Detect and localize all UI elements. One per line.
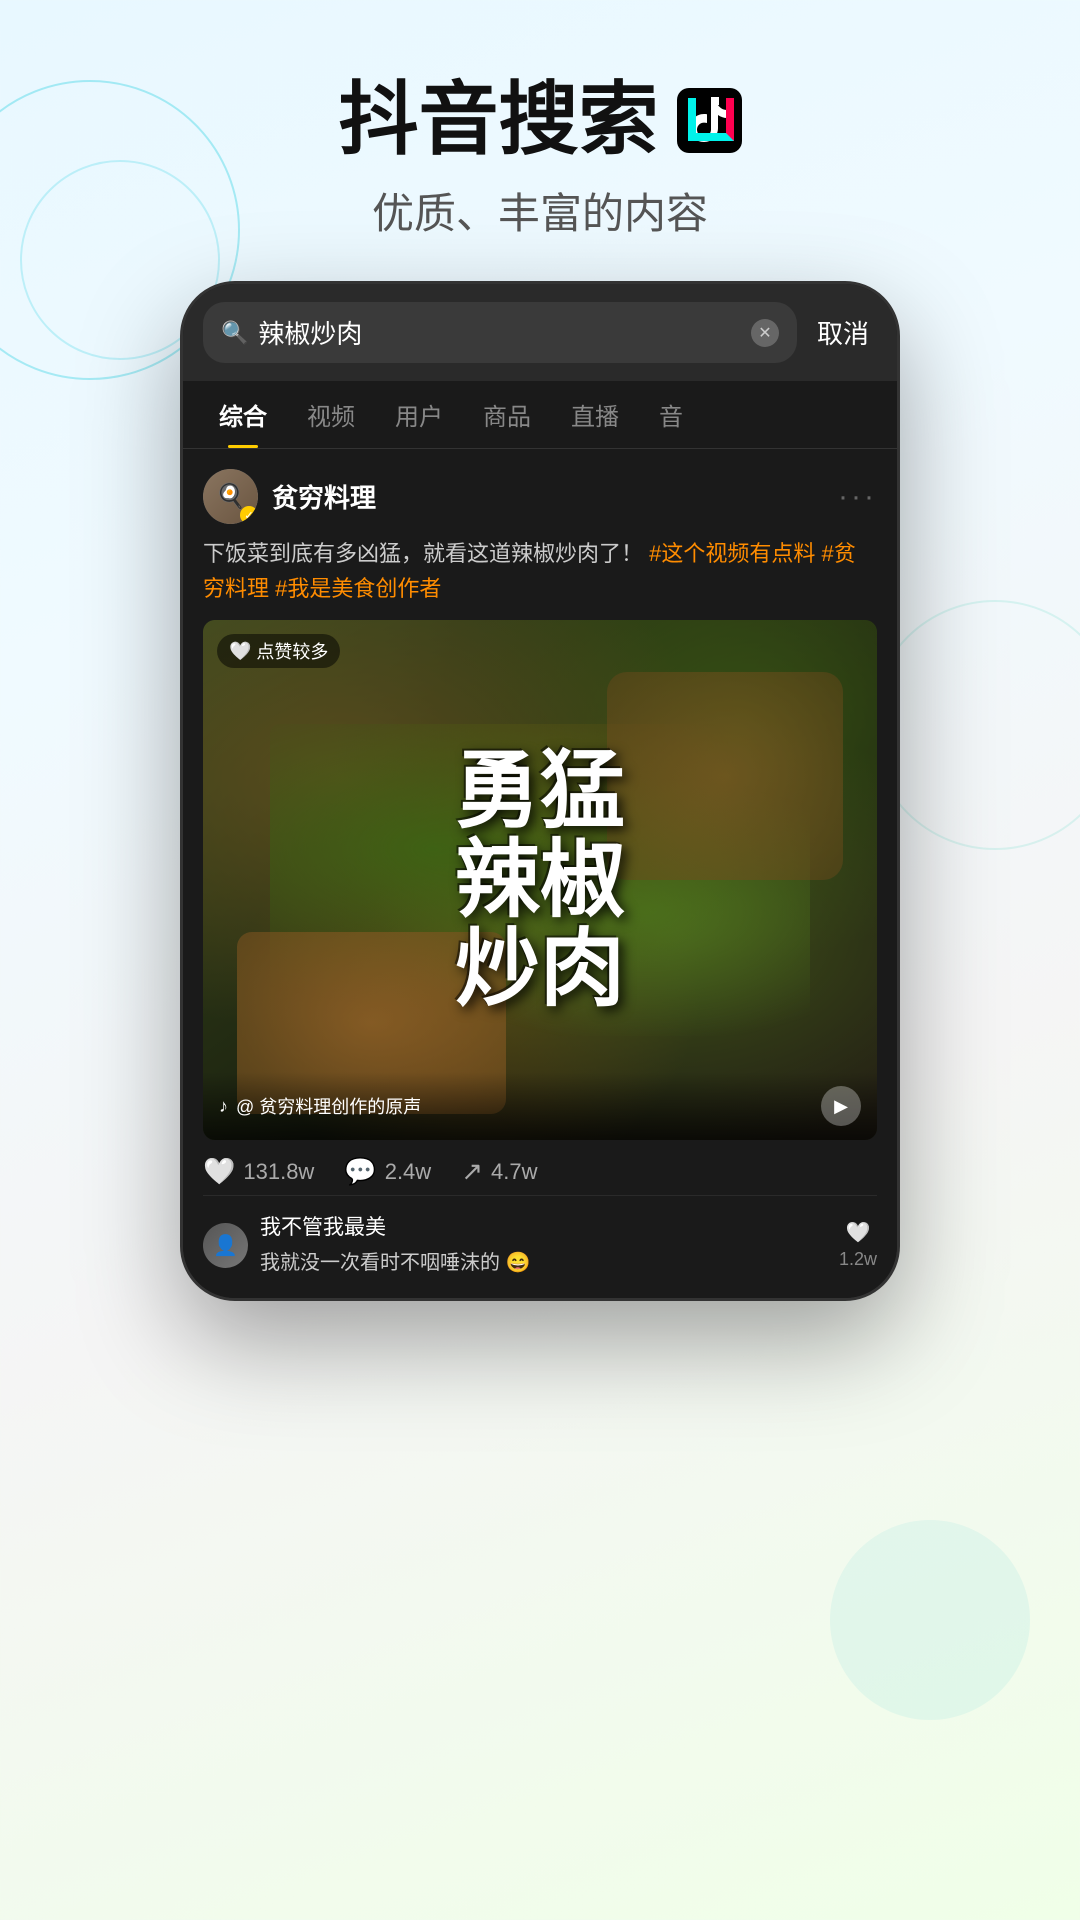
main-title-container: 抖音搜索 <box>0 80 1080 160</box>
comment-username: 我不管我最美 <box>260 1212 827 1244</box>
search-query-text: 辣椒炒肉 <box>258 314 741 351</box>
heart-comment-icon: 🤍 <box>846 1220 871 1245</box>
comments-stat[interactable]: 💬 2.4w <box>344 1156 431 1187</box>
search-results-content: 🍳 ✓ 贫穷料理 ··· 下饭菜到底有多凶猛，就看这道辣椒炒肉了！ #这个视频有… <box>183 449 897 1298</box>
header: 抖音搜索 优质、丰富的内容 <box>0 0 1080 281</box>
username-label: 贫穷料理 <box>272 478 838 515</box>
audio-info: ♪ @ 贫穷料理创作的原声 <box>219 1093 421 1119</box>
like-badge-text: 点赞较多 <box>256 638 328 664</box>
audio-text: @ 贫穷料理创作的原声 <box>236 1093 421 1119</box>
phone-mockup-wrapper: 🔍 辣椒炒肉 ✕ 取消 综合 视频 用户 商品 直播 音 <box>0 281 1080 1301</box>
video-text-overlay: 勇猛 辣椒 炒肉 <box>203 620 877 1140</box>
video-overlay-text-line1: 勇猛 <box>455 747 625 836</box>
tab-live[interactable]: 直播 <box>551 381 639 448</box>
bg-blob <box>830 1520 1030 1720</box>
post-text-normal: 下饭菜到底有多凶猛，就看这道辣椒炒肉了！ <box>203 541 643 566</box>
post-author-card: 🍳 ✓ 贫穷料理 ··· <box>203 469 877 524</box>
phone-mockup: 🔍 辣椒炒肉 ✕ 取消 综合 视频 用户 商品 直播 音 <box>180 281 900 1301</box>
post-text: 下饭菜到底有多凶猛，就看这道辣椒炒肉了！ #这个视频有点料 #贫穷料理 #我是美… <box>203 536 877 606</box>
main-title-text: 抖音搜索 <box>339 80 659 160</box>
like-badge: 🤍 点赞较多 <box>217 634 340 668</box>
tab-comprehensive[interactable]: 综合 <box>199 381 287 448</box>
comment-likes: 🤍 1.2w <box>839 1220 877 1270</box>
heart-stat-icon: 🤍 <box>203 1156 235 1187</box>
verified-badge: ✓ <box>240 506 258 524</box>
tab-video[interactable]: 视频 <box>287 381 375 448</box>
more-options-icon[interactable]: ··· <box>838 480 877 514</box>
search-tabs: 综合 视频 用户 商品 直播 音 <box>183 381 897 449</box>
tab-audio[interactable]: 音 <box>639 381 703 448</box>
clear-search-button[interactable]: ✕ <box>751 319 779 347</box>
video-overlay-text-line3: 炒肉 <box>455 925 625 1014</box>
post-stats-row: 🤍 131.8w 💬 2.4w ↗ 4.7w <box>203 1140 877 1195</box>
cancel-button[interactable]: 取消 <box>809 314 877 351</box>
play-button[interactable]: ▶ <box>821 1086 861 1126</box>
share-stat-icon: ↗ <box>461 1156 483 1187</box>
likes-stat[interactable]: 🤍 131.8w <box>203 1156 314 1187</box>
comment-stat-icon: 💬 <box>344 1156 376 1187</box>
tiktok-icon: ♪ <box>219 1096 228 1117</box>
video-content-area: 勇猛 辣椒 炒肉 <box>203 620 877 1140</box>
search-icon: 🔍 <box>221 320 248 346</box>
comment-likes-count: 1.2w <box>839 1249 877 1270</box>
likes-count: 131.8w <box>243 1159 314 1185</box>
commenter-avatar-icon: 👤 <box>213 1233 238 1258</box>
comment-content: 我就没一次看时不咽唾沫的 😄 <box>260 1248 827 1278</box>
heart-icon: 🤍 <box>229 641 251 662</box>
tiktok-logo-icon <box>677 88 742 153</box>
subtitle-text: 优质、丰富的内容 <box>0 180 1080 241</box>
shares-stat[interactable]: ↗ 4.7w <box>461 1156 537 1187</box>
avatar: 🍳 ✓ <box>203 469 258 524</box>
search-bar: 🔍 辣椒炒肉 ✕ 取消 <box>183 284 897 381</box>
video-overlay-text-line2: 辣椒 <box>455 836 625 925</box>
video-bottom-bar: ♪ @ 贫穷料理创作的原声 ▶ <box>203 1072 877 1140</box>
tab-product[interactable]: 商品 <box>463 381 551 448</box>
search-input-area[interactable]: 🔍 辣椒炒肉 ✕ <box>203 302 797 363</box>
comments-count: 2.4w <box>385 1159 431 1185</box>
comment-preview: 👤 我不管我最美 我就没一次看时不咽唾沫的 😄 🤍 1.2w <box>203 1195 877 1278</box>
tab-user[interactable]: 用户 <box>375 381 463 448</box>
video-thumbnail[interactable]: 🤍 点赞较多 勇猛 <box>203 620 877 1140</box>
shares-count: 4.7w <box>491 1159 537 1185</box>
commenter-avatar: 👤 <box>203 1223 248 1268</box>
